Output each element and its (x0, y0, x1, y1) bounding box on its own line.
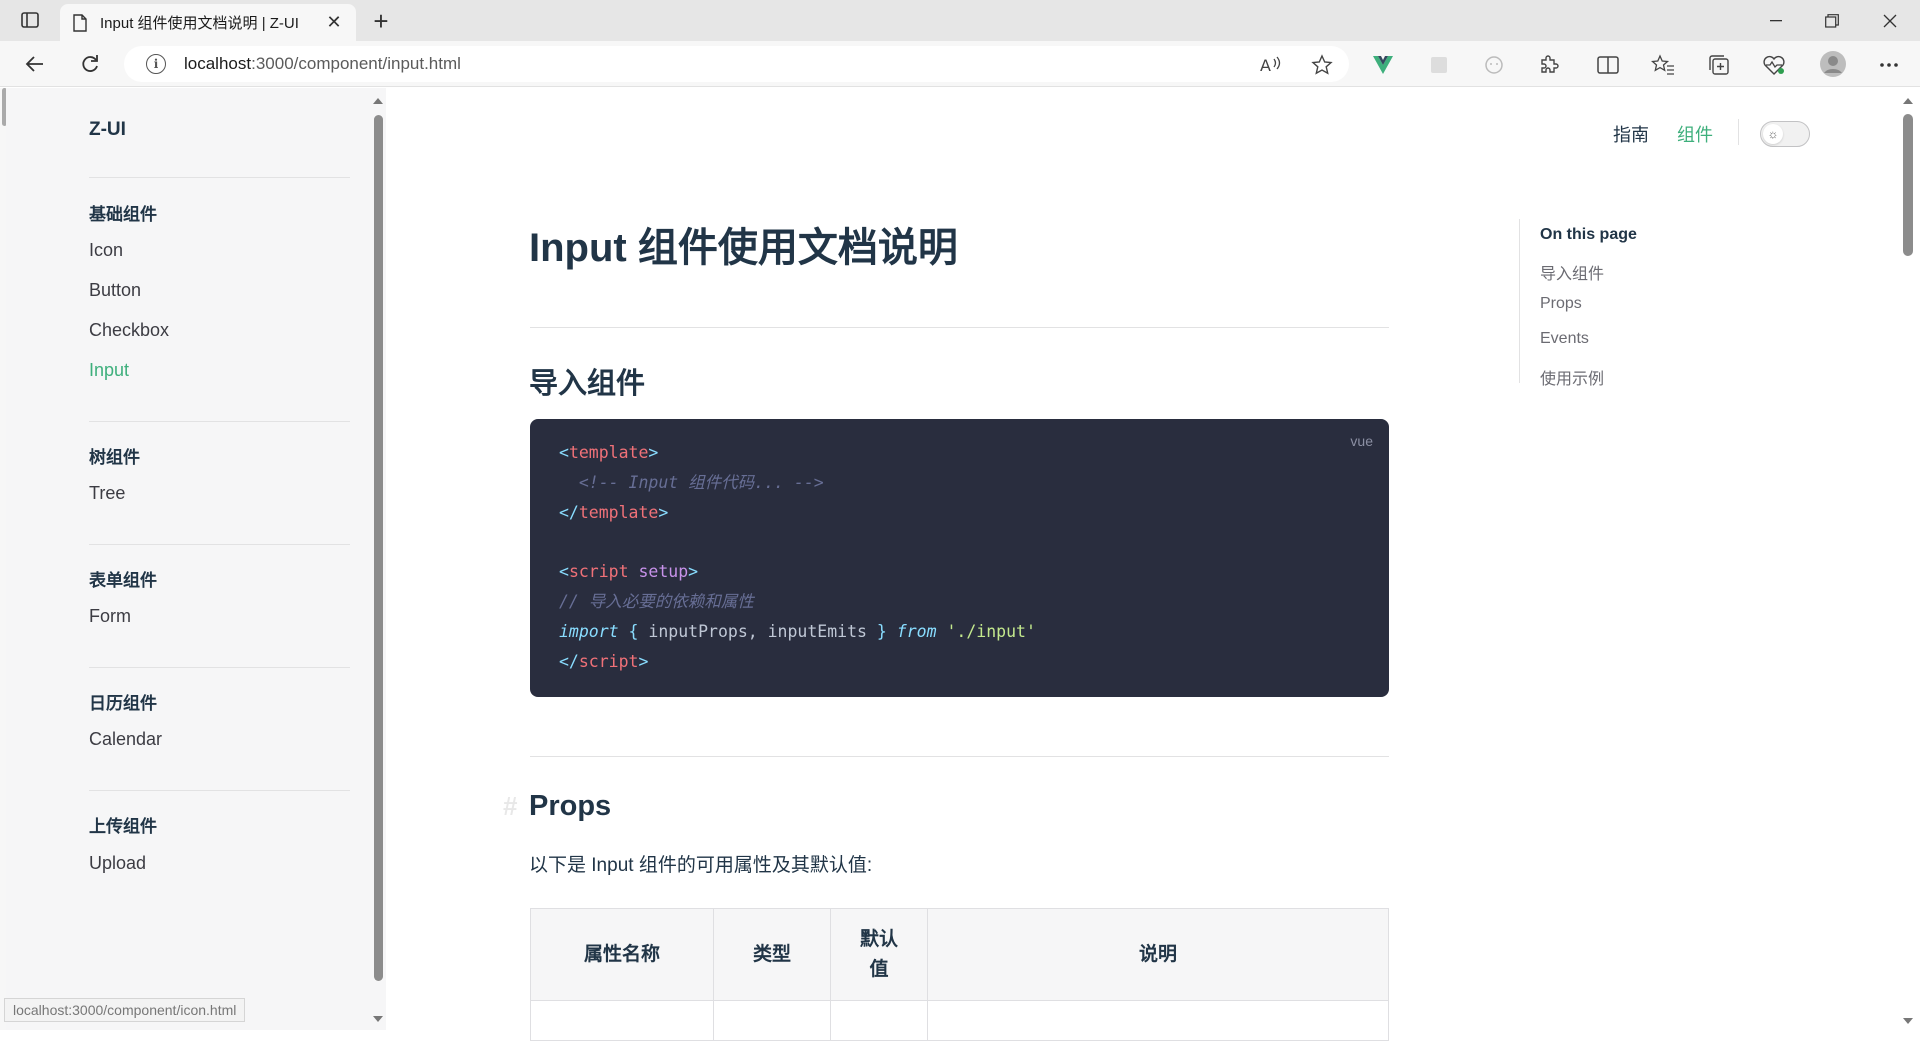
sidebar-group-calendar: 日历组件 (89, 694, 157, 713)
extension-gray-icon[interactable] (1424, 50, 1454, 80)
back-button[interactable] (17, 49, 53, 79)
main-scrollbar[interactable] (1896, 88, 1920, 1030)
close-tab-icon[interactable]: ✕ (324, 12, 344, 33)
scroll-up-arrow-icon[interactable] (1903, 98, 1913, 104)
main-scroll-thumb[interactable] (1903, 114, 1913, 256)
close-window-button[interactable] (1862, 0, 1918, 41)
more-menu-icon[interactable] (1874, 50, 1904, 80)
new-tab-button[interactable]: + (366, 6, 396, 36)
heading-anchor-hash[interactable]: # (503, 791, 517, 822)
profile-avatar[interactable] (1817, 48, 1849, 80)
restore-button[interactable] (1804, 0, 1860, 41)
heading-import: 导入组件 (529, 368, 646, 400)
code-block: vue <template> <!-- Input 组件代码... --> </… (530, 419, 1389, 697)
scroll-down-arrow-icon[interactable] (1903, 1018, 1913, 1024)
browser-toolbar: i localhost:3000/component/input.html A (0, 41, 1920, 87)
extensions-puzzle-icon[interactable] (1534, 50, 1564, 80)
read-aloud-icon[interactable]: A (1255, 50, 1285, 80)
aside-link-props[interactable]: Props (1540, 295, 1582, 313)
tab-actions-icon[interactable] (14, 8, 46, 32)
table-header-type: 类型 (713, 908, 831, 1001)
scroll-up-arrow-icon[interactable] (373, 98, 383, 104)
site-logo[interactable]: Z-UI (89, 119, 126, 141)
sidebar (6, 88, 370, 1030)
sidebar-scrollbar[interactable] (370, 88, 386, 1030)
refresh-button[interactable] (72, 49, 108, 79)
props-table: 属性名称 类型 默认值 说明 (530, 908, 1389, 1041)
code-content: <template> <!-- Input 组件代码... --> </temp… (559, 443, 1036, 671)
extension-face-icon[interactable] (1479, 50, 1509, 80)
sidebar-group-upload: 上传组件 (89, 817, 157, 836)
favorites-icon[interactable] (1648, 50, 1678, 80)
sidebar-item-icon[interactable]: Icon (89, 240, 123, 261)
collections-icon[interactable] (1704, 50, 1734, 80)
sidebar-divider (89, 790, 350, 791)
svg-text:A: A (1260, 56, 1271, 75)
sidebar-group-tree: 树组件 (89, 448, 140, 467)
code-lang-label: vue (1350, 433, 1373, 449)
sidebar-item-calendar[interactable]: Calendar (89, 729, 162, 750)
performance-heart-icon[interactable] (1759, 50, 1789, 80)
browser-tab[interactable]: Input 组件使用文档说明 | Z-UI ✕ (60, 4, 356, 41)
scroll-down-arrow-icon[interactable] (373, 1016, 383, 1022)
section-divider (530, 327, 1389, 328)
aside-link-import[interactable]: 导入组件 (1540, 260, 1604, 284)
aside-outline-bar (1519, 219, 1520, 383)
sidebar-item-upload[interactable]: Upload (89, 853, 146, 874)
browser-tab-strip: Input 组件使用文档说明 | Z-UI ✕ + (0, 0, 1920, 41)
status-bar-url: localhost:3000/component/icon.html (4, 998, 246, 1022)
table-header-desc: 说明 (927, 908, 1389, 1001)
tab-title: Input 组件使用文档说明 | Z-UI (100, 15, 299, 32)
sidebar-item-checkbox[interactable]: Checkbox (89, 320, 169, 341)
sun-icon: ☼ (1763, 124, 1783, 144)
page-icon (73, 13, 87, 32)
section-divider (530, 756, 1389, 757)
vue-devtools-icon[interactable] (1368, 50, 1398, 80)
nav-components-link[interactable]: 组件 (1677, 121, 1713, 147)
page-viewport: Z-UI 基础组件 Icon Button Checkbox Input 树组件… (0, 88, 1920, 1041)
nav-separator (1738, 119, 1739, 145)
heading-props: Props (529, 790, 612, 822)
page-title: Input 组件使用文档说明 (529, 226, 958, 270)
aside-link-examples[interactable]: 使用示例 (1540, 365, 1604, 389)
sidebar-divider (89, 177, 350, 178)
aside-title: On this page (1540, 226, 1637, 243)
favorite-star-icon[interactable] (1307, 50, 1337, 80)
sidebar-group-basic: 基础组件 (89, 205, 157, 224)
props-intro-text: 以下是 Input 组件的可用属性及其默认值: (529, 855, 873, 876)
sidebar-item-form[interactable]: Form (89, 606, 131, 627)
address-bar[interactable]: i localhost:3000/component/input.html A (124, 46, 1349, 82)
url-text: localhost:3000/component/input.html (184, 54, 461, 73)
sidebar-divider (89, 421, 350, 422)
sidebar-item-tree[interactable]: Tree (89, 483, 125, 504)
sidebar-scroll-thumb[interactable] (374, 115, 383, 981)
table-row (530, 1000, 1389, 1041)
nav-guide-link[interactable]: 指南 (1613, 121, 1649, 147)
theme-toggle[interactable]: ☼ (1760, 121, 1810, 147)
sidebar-item-button[interactable]: Button (89, 280, 141, 301)
aside-link-events[interactable]: Events (1540, 330, 1589, 348)
table-header-name: 属性名称 (530, 908, 714, 1001)
minimize-button[interactable] (1748, 0, 1804, 41)
split-screen-icon[interactable] (1593, 50, 1623, 80)
sidebar-divider (89, 667, 350, 668)
sidebar-divider (89, 544, 350, 545)
sidebar-item-input[interactable]: Input (89, 360, 129, 381)
sidebar-group-form: 表单组件 (89, 571, 157, 590)
site-info-icon[interactable]: i (146, 54, 166, 74)
table-header-default: 默认值 (830, 908, 928, 1001)
